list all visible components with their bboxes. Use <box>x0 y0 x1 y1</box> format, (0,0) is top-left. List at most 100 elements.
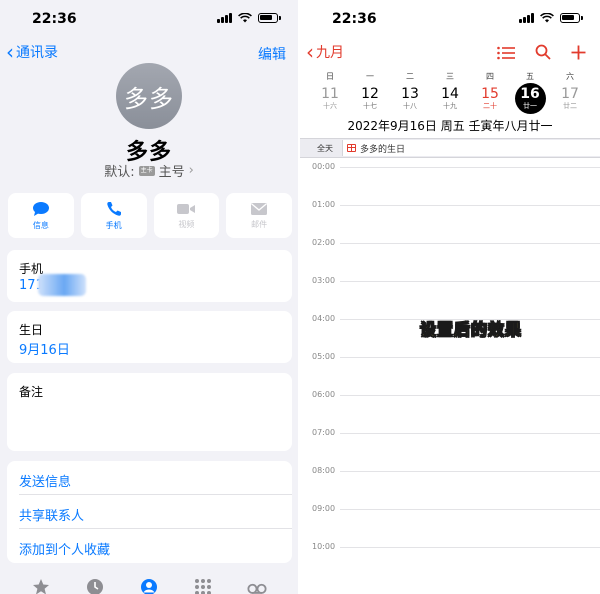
day-number: 17 <box>561 86 579 102</box>
hour-label: 06:00 <box>312 390 336 399</box>
weekday-label: 一 <box>366 72 374 81</box>
chevron-left-icon: ‹ <box>6 40 14 64</box>
lunar-date: 廿二 <box>563 102 577 110</box>
birthday-value[interactable]: 9月16日 <box>19 339 70 358</box>
hour-gridline <box>340 205 600 206</box>
hour-row[interactable]: 03:00 <box>300 276 600 288</box>
hour-row[interactable]: 07:00 <box>300 428 600 440</box>
day-number: 16 <box>520 86 540 102</box>
avatar[interactable]: 多多 <box>116 63 182 129</box>
hour-gridline <box>340 281 600 282</box>
battery-icon <box>258 13 281 23</box>
lunar-date: 十六 <box>323 102 337 110</box>
hour-row[interactable]: 08:00 <box>300 466 600 478</box>
hour-row[interactable]: 10:00 <box>300 542 600 554</box>
hour-gridline <box>340 433 600 434</box>
hour-row[interactable]: 02:00 <box>300 238 600 250</box>
hour-label: 08:00 <box>312 466 336 475</box>
hour-gridline <box>340 357 600 358</box>
default-value: 主号 <box>158 165 185 180</box>
search-icon <box>535 44 551 60</box>
phone-icon <box>106 201 121 216</box>
message-icon <box>32 201 49 216</box>
day-cell[interactable]: 13 十八 <box>390 84 430 114</box>
hour-label: 04:00 <box>312 314 336 323</box>
hour-row[interactable]: 01:00 <box>300 200 600 212</box>
default-label: 默认: <box>104 165 135 180</box>
favorites-tab[interactable] <box>31 578 51 594</box>
mail-action-button[interactable]: 邮件 <box>226 193 292 238</box>
add-event-button[interactable] <box>571 45 586 64</box>
hour-label: 03:00 <box>312 276 336 285</box>
weekday-label: 日 <box>326 72 334 81</box>
plus-icon <box>571 45 586 59</box>
phone-action-button[interactable]: 手机 <box>80 193 147 238</box>
recents-tab[interactable] <box>85 578 105 594</box>
result-caption: 设置后的效果 <box>420 320 523 340</box>
day-cell[interactable]: 15 二十 <box>470 84 510 114</box>
day-cell-selected[interactable]: 16 廿一 <box>510 83 550 114</box>
day-cell[interactable]: 12 十七 <box>350 84 390 114</box>
video-action-button[interactable]: 视频 <box>153 193 220 238</box>
hour-gridline <box>340 471 600 472</box>
phone-action-label: 手机 <box>105 220 122 230</box>
status-bar: 22:36 <box>0 0 298 38</box>
day-cell[interactable]: 17 廿二 <box>550 84 590 114</box>
status-time: 22:36 <box>32 11 77 27</box>
person-icon <box>141 579 157 594</box>
weekday-label: 五 <box>526 72 534 81</box>
notes-label: 备注 <box>19 385 44 399</box>
status-icons <box>217 13 281 23</box>
battery-icon <box>560 13 583 23</box>
notes-card[interactable]: 备注 <box>7 373 292 451</box>
keypad-tab[interactable] <box>193 578 213 594</box>
wifi-icon <box>540 13 554 23</box>
contacts-tab[interactable] <box>139 578 159 594</box>
hour-row[interactable]: 09:00 <box>300 504 600 516</box>
send-message-link[interactable]: 发送信息 <box>19 471 71 490</box>
hour-row[interactable]: 06:00 <box>300 390 600 402</box>
hour-label: 01:00 <box>312 200 336 209</box>
calendar-navbar: ‹ 九月 <box>300 42 600 66</box>
lunar-date: 十九 <box>443 102 457 110</box>
message-action-button[interactable]: 信息 <box>8 193 74 238</box>
lunar-date: 廿一 <box>523 102 537 110</box>
share-contact-link[interactable]: 共享联系人 <box>19 505 84 524</box>
status-icons <box>519 13 583 23</box>
selected-date-heading: 2022年9月16日 周五 壬寅年八月廿一 <box>347 119 553 133</box>
contact-actions-list: 发送信息 共享联系人 添加到个人收藏 <box>7 461 292 563</box>
status-bar: 22:36 <box>300 0 600 38</box>
day-number: 14 <box>441 86 459 102</box>
edit-button[interactable]: 编辑 <box>258 44 286 64</box>
hour-row[interactable]: 00:00 <box>300 162 600 174</box>
hour-label: 00:00 <box>312 162 336 171</box>
all-day-label: 全天 <box>317 144 333 153</box>
back-to-contacts-button[interactable]: ‹ 通讯录 <box>6 42 58 62</box>
day-number: 12 <box>361 86 379 102</box>
phone-card[interactable]: 手机 171 <box>7 250 292 302</box>
weekday-label: 二 <box>406 72 414 81</box>
hour-row[interactable]: 05:00 <box>300 352 600 364</box>
video-action-label: 视频 <box>178 219 195 229</box>
search-button[interactable] <box>535 44 551 64</box>
day-cell[interactable]: 11 十六 <box>310 84 350 114</box>
list-view-button[interactable] <box>497 45 515 64</box>
all-day-row: 全天 多多的生日 <box>300 138 600 158</box>
list-divider <box>19 528 292 529</box>
month-back-button[interactable]: ‹ 九月 <box>306 42 344 62</box>
wifi-icon <box>238 13 252 23</box>
weekday-label: 六 <box>566 72 574 81</box>
default-number-selector[interactable]: 默认: 主卡 主号 › <box>0 161 298 180</box>
voicemail-icon <box>247 583 267 594</box>
birthday-event[interactable]: 多多的生日 <box>342 140 600 156</box>
phone-tab-bar <box>0 578 298 594</box>
chevron-left-icon: ‹ <box>306 40 314 64</box>
cellular-signal-icon <box>217 13 232 23</box>
day-cell[interactable]: 14 十九 <box>430 84 470 114</box>
add-to-favorites-link[interactable]: 添加到个人收藏 <box>19 539 110 558</box>
voicemail-tab[interactable] <box>247 578 267 594</box>
chevron-right-icon: › <box>188 163 194 178</box>
week-strip: 11 十六 12 十七 13 十八 14 十九 15 二十 16 廿一 17 廿二 <box>310 83 600 114</box>
lunar-date: 二十 <box>483 102 497 110</box>
mail-action-label: 邮件 <box>251 219 268 229</box>
